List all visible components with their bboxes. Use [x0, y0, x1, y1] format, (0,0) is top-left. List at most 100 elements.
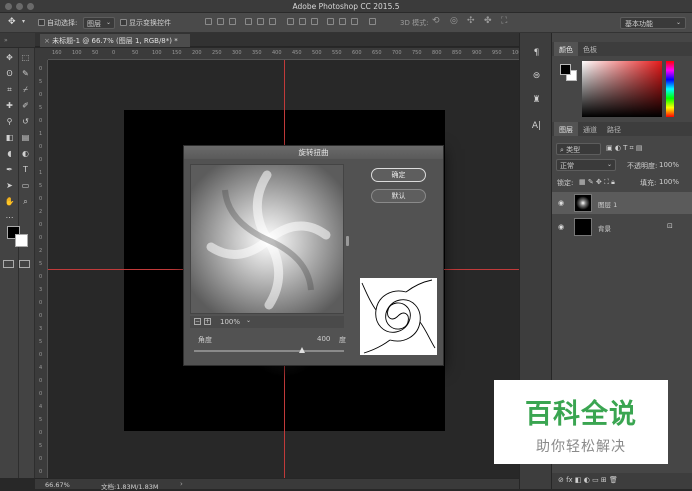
auto-select-dropdown[interactable]: 图层 ⌄	[83, 17, 115, 29]
path-select-icon[interactable]: ➤	[3, 180, 16, 191]
ruler-tick: 400	[272, 50, 282, 56]
adjustments-panel-icon[interactable]: ♜	[529, 95, 544, 108]
ruler-tick: 0	[39, 456, 43, 462]
layer-filter-dropdown[interactable]: ⌕ 类型	[556, 143, 601, 155]
drag-3d-icon[interactable]: ✣	[467, 16, 475, 26]
roll-3d-icon[interactable]: ◎	[450, 16, 458, 26]
marquee-tool-icon[interactable]: ⬚	[19, 52, 32, 63]
more-tools-icon[interactable]: ⋯	[3, 212, 16, 223]
tab-paths[interactable]: 路径	[602, 122, 626, 136]
crop-tool-icon[interactable]: ⌗	[3, 84, 16, 95]
document-tab[interactable]: × 未标题-1 @ 66.7% (图层 1, RGB/8*) *	[40, 34, 190, 47]
filter-preview[interactable]	[190, 164, 344, 314]
fill-value[interactable]: 100%	[659, 178, 679, 186]
align-hcenter-icon[interactable]	[257, 18, 264, 25]
quick-select-tool-icon[interactable]: ✎	[19, 68, 32, 79]
distribute-right-icon[interactable]	[351, 18, 358, 25]
hand-tool-icon[interactable]: ✋	[3, 196, 16, 207]
tab-color[interactable]: 颜色	[554, 42, 578, 56]
lock-icon[interactable]: ⊡	[667, 222, 673, 230]
slide-3d-icon[interactable]: ✤	[484, 16, 492, 26]
hue-slider[interactable]	[666, 61, 674, 117]
rotate-3d-icon[interactable]: ⟲	[432, 16, 440, 26]
visibility-eye-icon[interactable]: ◉	[558, 199, 564, 207]
angle-slider-knob[interactable]	[299, 347, 305, 353]
pen-tool-icon[interactable]: ✒	[3, 164, 16, 175]
panel-foreground-swatch[interactable]	[560, 64, 571, 75]
ok-button[interactable]: 确定	[371, 168, 426, 182]
zoom-out-icon[interactable]: −	[194, 318, 201, 325]
blur-tool-icon[interactable]: ◖	[3, 148, 16, 159]
ruler-tick: 500	[312, 50, 322, 56]
distribute-vcenter-icon[interactable]	[299, 18, 306, 25]
auto-align-icon[interactable]	[369, 18, 376, 25]
collapse-toolbar-icon[interactable]: »	[4, 37, 8, 44]
history-brush-icon[interactable]: ↺	[19, 116, 32, 127]
workspace-switcher[interactable]: 基本功能 ⌄	[620, 17, 686, 29]
align-top-icon[interactable]	[205, 18, 212, 25]
auto-select-value: 图层	[87, 20, 101, 28]
distribute-bottom-icon[interactable]	[311, 18, 318, 25]
opacity-value[interactable]: 100%	[659, 161, 679, 169]
character-panel-icon[interactable]: A|	[529, 121, 544, 134]
eraser-tool-icon[interactable]: ◧	[3, 132, 16, 143]
move-tool-icon[interactable]: ✥	[8, 17, 16, 27]
rectangle-tool-icon[interactable]: ▭	[19, 180, 32, 191]
chevron-down-icon[interactable]: ▾	[22, 18, 25, 25]
history-panel-icon[interactable]: ¶	[529, 48, 544, 61]
tab-swatches[interactable]: 色板	[578, 42, 602, 56]
ruler-tick: 750	[412, 50, 422, 56]
layer-row[interactable]: ◉ 图层 1	[552, 192, 692, 214]
align-right-icon[interactable]	[269, 18, 276, 25]
distribute-top-icon[interactable]	[287, 18, 294, 25]
mode-3d-label: 3D 模式:	[400, 19, 429, 27]
healing-brush-icon[interactable]: ✚	[3, 100, 16, 111]
screen-mode-icon[interactable]	[19, 260, 30, 268]
lasso-tool-icon[interactable]: ʘ	[3, 68, 16, 79]
zoom-tool-icon[interactable]: ⌕	[19, 196, 32, 207]
distribute-hcenter-icon[interactable]	[339, 18, 346, 25]
scale-3d-icon[interactable]: ⛶	[501, 16, 507, 26]
tab-layers[interactable]: 图层	[554, 122, 578, 136]
quick-mask-icon[interactable]	[3, 260, 14, 268]
color-field[interactable]	[582, 61, 662, 117]
distribute-left-icon[interactable]	[327, 18, 334, 25]
properties-panel-icon[interactable]: ⊜	[529, 71, 544, 84]
type-tool-icon[interactable]: T	[19, 164, 32, 175]
default-button[interactable]: 默认	[371, 189, 426, 203]
move-tool-icon[interactable]: ✥	[3, 52, 16, 63]
clone-stamp-icon[interactable]: ⚲	[3, 116, 16, 127]
ruler-tick: 0	[112, 50, 116, 56]
layer-footer-icons[interactable]: ⊘ fx ◧ ◐ ▭ ⊞ 🗑︎	[558, 476, 618, 484]
angle-value[interactable]: 400	[317, 335, 330, 343]
background-color-swatch[interactable]	[15, 234, 28, 247]
zoom-in-icon[interactable]: +	[204, 318, 211, 325]
chevron-down-icon[interactable]: ⌄	[246, 317, 251, 324]
show-transform-checkbox[interactable]	[120, 19, 127, 26]
auto-select-checkbox[interactable]	[38, 19, 45, 26]
ruler-tick: 0	[39, 378, 43, 384]
blend-mode-dropdown[interactable]: 正常 ⌄	[556, 159, 616, 171]
angle-slider-track[interactable]	[194, 350, 344, 352]
ruler-tick: 850	[452, 50, 462, 56]
tab-channels[interactable]: 通道	[578, 122, 602, 136]
eyedropper-tool-icon[interactable]: ⌿	[19, 84, 32, 95]
ruler-tick: 0	[39, 235, 43, 241]
chevron-right-icon[interactable]: ›	[180, 480, 183, 488]
zoom-level[interactable]: 66.67%	[45, 481, 70, 489]
lock-icons[interactable]: ▦ ✎ ✥ ⛶ 🔒︎	[579, 178, 615, 187]
dodge-tool-icon[interactable]: ◐	[19, 148, 32, 159]
watermark: 百科全说 助你轻松解决	[494, 380, 668, 464]
ruler-tick: 700	[392, 50, 402, 56]
visibility-eye-icon[interactable]: ◉	[558, 223, 564, 231]
preview-scrollbar[interactable]	[346, 236, 349, 246]
ruler-tick: 250	[212, 50, 222, 56]
align-bottom-icon[interactable]	[229, 18, 236, 25]
close-tab-icon[interactable]: ×	[44, 37, 50, 45]
align-left-icon[interactable]	[245, 18, 252, 25]
gradient-tool-icon[interactable]: ▤	[19, 132, 32, 143]
align-vcenter-icon[interactable]	[217, 18, 224, 25]
filter-icons[interactable]: ▣ ◐ T ⌗ ▤	[606, 144, 642, 153]
layer-row[interactable]: ◉ 背景 ⊡	[552, 216, 692, 238]
brush-tool-icon[interactable]: ✐	[19, 100, 32, 111]
